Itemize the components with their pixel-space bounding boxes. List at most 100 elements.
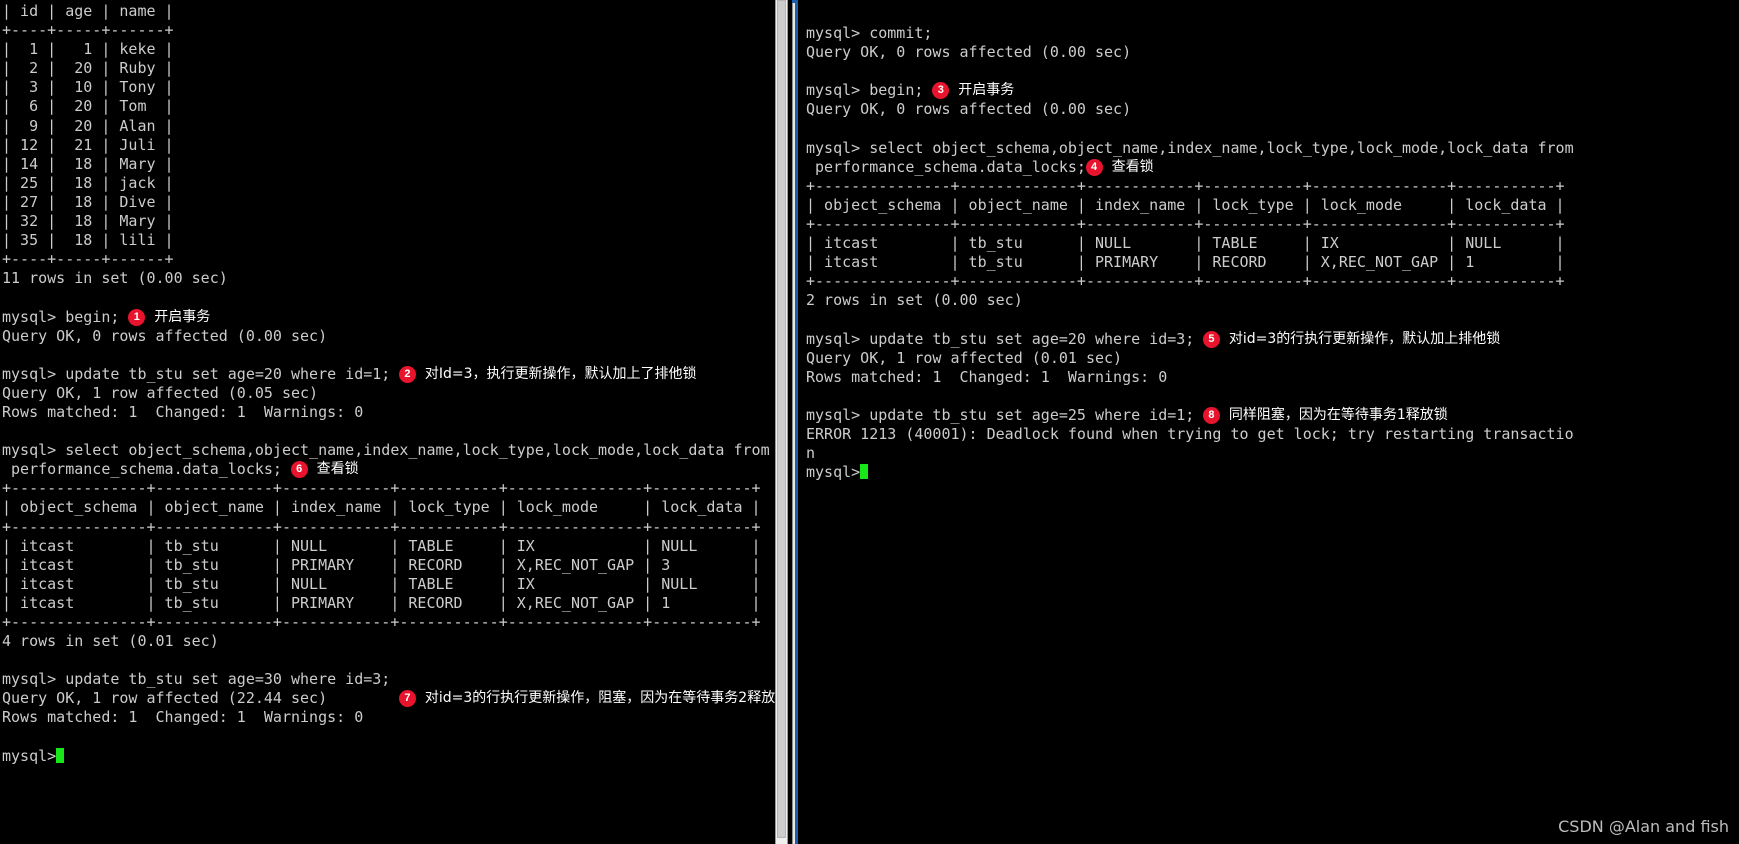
terminal-cursor [56, 747, 65, 763]
terminal-line-text: mysql> [806, 463, 861, 482]
annotation-badge: 2 [398, 365, 416, 383]
terminal-line-text: | itcast | tb_stu | NULL | TABLE | IX | … [806, 234, 1565, 253]
terminal-line-text: Query OK, 0 rows affected (0.00 sec) [2, 326, 328, 345]
terminal-cursor [860, 464, 869, 480]
terminal-line: +---------------+-------------+---------… [806, 177, 1574, 196]
annotation-text: 对id=3的行执行更新操作，默认加上排他锁 [1228, 330, 1501, 347]
terminal-line: | 32 | 18 | Mary | [2, 212, 770, 231]
terminal-line: Rows matched: 1 Changed: 1 Warnings: 0 [2, 708, 770, 727]
terminal-line: +---------------+-------------+---------… [806, 215, 1574, 234]
terminal-line: ERROR 1213 (40001): Deadlock found when … [806, 425, 1574, 444]
annotation-2: 2 对Id=3，执行更新操作，默认加上了排他锁 [398, 365, 697, 384]
terminal-line: n [806, 444, 1574, 463]
terminal-line: mysql> begin; 3 开启事务 [806, 81, 1574, 100]
terminal-line: mysql> update tb_stu set age=30 where id… [2, 670, 770, 689]
terminal-line: | 6 | 20 | Tom | [2, 97, 770, 116]
terminal-line-text: mysql> update tb_stu set age=20 where id… [2, 364, 391, 383]
terminal-line: 11 rows in set (0.00 sec) [2, 269, 770, 288]
terminal-line-text: mysql> [2, 746, 57, 765]
annotation-badge: 6 [290, 461, 308, 479]
terminal-line-text: | itcast | tb_stu | PRIMARY | RECORD | X… [2, 593, 761, 612]
terminal-line: | 3 | 10 | Tony | [2, 78, 770, 97]
terminal-line: | itcast | tb_stu | NULL | TABLE | IX | … [2, 537, 770, 556]
terminal-line: mysql> [806, 463, 1574, 482]
annotation-badge: 8 [1202, 406, 1220, 424]
terminal-line: mysql> update tb_stu set age=25 where id… [806, 406, 1574, 425]
terminal-line: | 27 | 18 | Dive | [2, 193, 770, 212]
terminal-line: | itcast | tb_stu | PRIMARY | RECORD | X… [2, 594, 770, 613]
terminal-line: | 1 | 1 | keke | [2, 40, 770, 59]
terminal-line-text: 4 rows in set (0.01 sec) [2, 632, 219, 651]
annotation-badge: 4 [1085, 158, 1103, 176]
terminal-line-text: | 12 | 21 | Juli | [2, 135, 174, 154]
terminal-line-text: +---------------+-------------+---------… [806, 214, 1565, 233]
terminal-line: +---------------+-------------+---------… [2, 518, 770, 537]
annotation-badge: 5 [1202, 330, 1220, 348]
annotation-text: 开启事务 [958, 82, 1015, 99]
terminal-line-text: +---------------+-------------+---------… [806, 176, 1565, 195]
terminal-line: | 2 | 20 | Ruby | [2, 59, 770, 78]
annotation-badge: 1 [128, 308, 146, 326]
terminal-line: | 35 | 18 | lili | [2, 231, 770, 250]
terminal-line-text: mysql> update tb_stu set age=20 where id… [806, 329, 1195, 348]
terminal-line-text: Query OK, 1 row affected (0.05 sec) [2, 383, 319, 402]
terminal-output-right: mysql> commit; Query OK, 0 rows affected … [806, 24, 1574, 482]
terminal-line: Query OK, 1 row affected (22.44 sec) 7 对id… [2, 689, 775, 708]
terminal-line: Query OK, 0 rows affected (0.00 sec) [806, 100, 1574, 119]
annotation-4: 4 查看锁 [1085, 158, 1154, 177]
terminal-line: mysql> [2, 747, 770, 766]
terminal-window-transaction-2[interactable]: mysql> commit; Query OK, 0 rows affected … [798, 0, 1739, 844]
terminal-line-text: n [806, 444, 816, 463]
terminal-line: | itcast | tb_stu | NULL | TABLE | IX | … [2, 575, 770, 594]
terminal-line: mysql> begin; 1 开启事务 [2, 308, 770, 327]
terminal-line-text: Rows matched: 1 Changed: 1 Warnings: 0 [806, 367, 1168, 386]
terminal-line-text: mysql> begin; [806, 81, 924, 100]
terminal-line-text: Query OK, 1 row affected (0.01 sec) [806, 348, 1123, 367]
terminal-line-text: | 3 | 10 | Tony | [2, 78, 174, 97]
left-window-scrollbar[interactable] [775, 0, 788, 844]
terminal-line: | itcast | tb_stu | PRIMARY | RECORD | X… [806, 253, 1574, 272]
terminal-line-text: +----+-----+------+ [2, 21, 174, 40]
terminal-line-text: mysql> update tb_stu set age=30 where id… [2, 670, 391, 689]
annotation-text: 查看锁 [1111, 158, 1154, 175]
terminal-line: | itcast | tb_stu | PRIMARY | RECORD | X… [2, 556, 770, 575]
terminal-line: mysql> select object_schema,object_name,… [806, 139, 1574, 158]
annotation-badge: 3 [932, 82, 950, 100]
terminal-line: Query OK, 0 rows affected (0.00 sec) [2, 327, 770, 346]
annotation-text: 对id=3的行执行更新操作，阻塞，因为在等待事务2释放锁 [424, 690, 775, 707]
terminal-line: performance_schema.data_locks; 4 查看锁 [806, 158, 1574, 177]
terminal-line-text: 11 rows in set (0.00 sec) [2, 269, 228, 288]
terminal-line-text: performance_schema.data_locks; [806, 157, 1086, 176]
terminal-output-left: | id | age | name | +----+-----+------+ | … [2, 2, 775, 766]
terminal-line: | itcast | tb_stu | NULL | TABLE | IX | … [806, 234, 1574, 253]
left-scrollbar-thumb[interactable] [777, 0, 786, 838]
terminal-line-text: mysql> update tb_stu set age=25 where id… [806, 405, 1195, 424]
terminal-line-text: +---------------+-------------+---------… [2, 613, 761, 631]
terminal-line-text: | 1 | 1 | keke | [2, 40, 174, 59]
terminal-line-text: +---------------+-------------+---------… [2, 517, 761, 536]
terminal-line-text: mysql> begin; [2, 307, 120, 326]
terminal-line-text: | object_schema | object_name | index_na… [806, 195, 1565, 214]
annotation-1: 1 开启事务 [128, 308, 210, 327]
terminal-line-text: | itcast | tb_stu | NULL | TABLE | IX | … [2, 574, 761, 593]
terminal-window-transaction-1[interactable]: | id | age | name | +----+-----+------+ | … [0, 0, 775, 844]
terminal-line: +---------------+-------------+---------… [806, 272, 1574, 291]
terminal-line: Query OK, 0 rows affected (0.00 sec) [806, 43, 1574, 62]
terminal-line: | 25 | 18 | jack | [2, 174, 770, 193]
terminal-line: Query OK, 1 row affected (0.05 sec) [2, 384, 770, 403]
terminal-line-text: mysql> select object_schema,object_name,… [2, 441, 770, 460]
terminal-line-text: Query OK, 1 row affected (22.44 sec) [2, 689, 328, 708]
screenshot-root: | id | age | name | +----+-----+------+ | … [0, 0, 1739, 844]
terminal-line: | 12 | 21 | Juli | [2, 136, 770, 155]
terminal-line: mysql> commit; [806, 24, 1574, 43]
terminal-line: Query OK, 1 row affected (0.01 sec) [806, 349, 1574, 368]
annotation-text: 同样阻塞，因为在等待事务1释放锁 [1228, 406, 1448, 423]
terminal-line: +---------------+-------------+---------… [2, 479, 770, 498]
terminal-line-text: Query OK, 0 rows affected (0.00 sec) [806, 43, 1132, 62]
annotation-8: 8 同样阻塞，因为在等待事务1释放锁 [1202, 406, 1448, 425]
annotation-6: 6 查看锁 [290, 460, 359, 479]
